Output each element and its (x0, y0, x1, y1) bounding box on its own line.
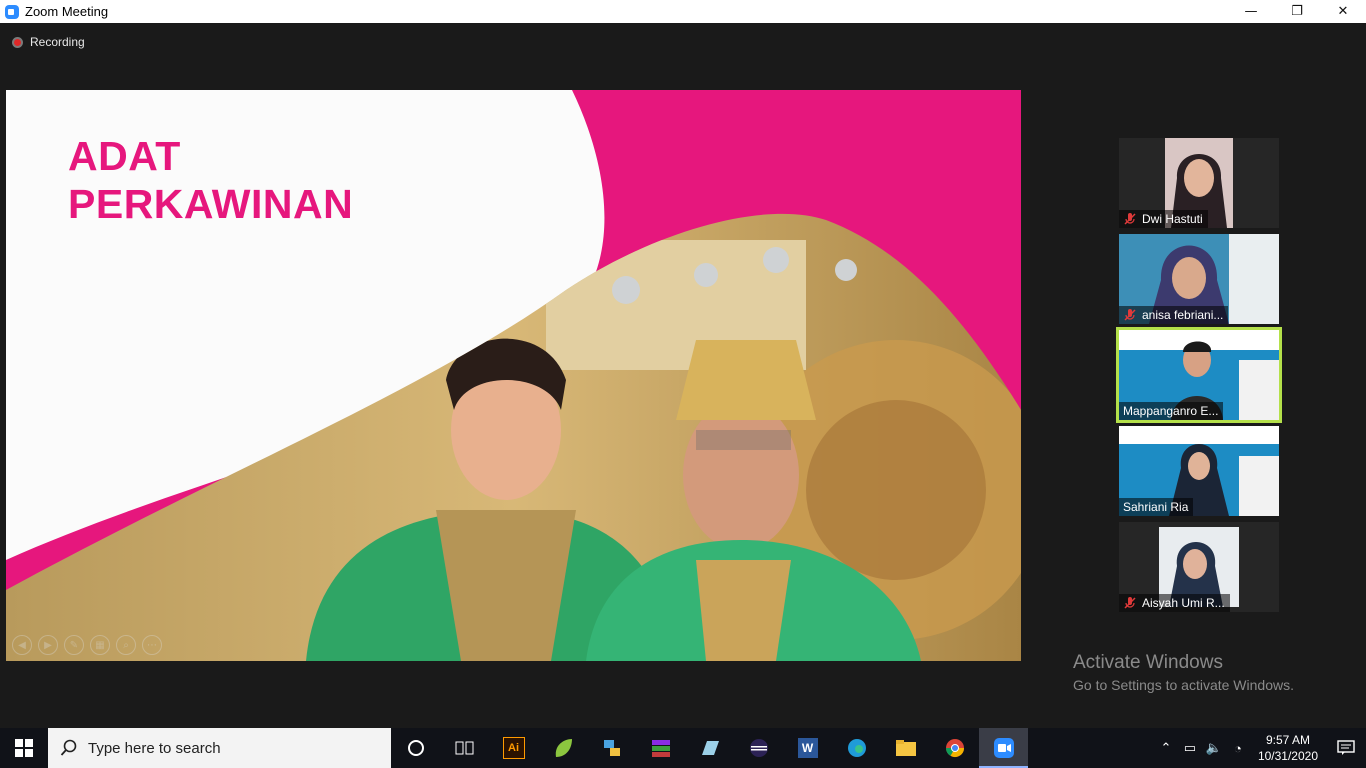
zoom-icon[interactable] (979, 728, 1028, 768)
watermark-subtitle: Go to Settings to activate Windows. (1073, 677, 1294, 693)
muted-mic-icon (1124, 309, 1136, 321)
muted-mic-icon (1124, 597, 1136, 609)
eclipse-icon[interactable] (734, 728, 783, 768)
restore-button[interactable]: ❐ (1274, 0, 1320, 23)
winrar-icon[interactable] (636, 728, 685, 768)
activate-windows-watermark: Activate Windows Go to Settings to activ… (1073, 652, 1294, 693)
participant-tile[interactable]: anisa febriani... (1119, 234, 1279, 324)
chevron-up-icon[interactable]: ⌃ (1154, 728, 1178, 768)
cortana-icon[interactable] (391, 728, 440, 768)
participant-name-bar: anisa febriani... (1119, 306, 1229, 324)
more-options-icon[interactable]: ⋯ (142, 635, 162, 655)
participant-tile-active-speaker[interactable]: Mappanganro E... (1116, 327, 1282, 423)
system-tray: ⌃ ▭ 🔈 ◔ 9:57 AM 10/31/2020 (1154, 728, 1366, 768)
slides-icon[interactable]: ▦ (90, 635, 110, 655)
pen-icon[interactable]: ✎ (64, 635, 84, 655)
slide-title-line1: ADAT (68, 133, 181, 179)
participant-name-bar: Mappanganro E... (1119, 402, 1224, 420)
muted-mic-icon (1124, 213, 1136, 225)
word-icon[interactable]: W (783, 728, 832, 768)
close-button[interactable]: ✕ (1320, 0, 1366, 23)
participant-name-bar: Dwi Hastuti (1119, 210, 1208, 228)
window-controls: — ❐ ✕ (1228, 0, 1366, 23)
battery-icon[interactable]: ▭ (1178, 728, 1202, 768)
file-explorer-icon[interactable] (881, 728, 930, 768)
participant-tile[interactable]: Sahriani Ria (1119, 426, 1279, 516)
app-icon[interactable] (538, 728, 587, 768)
recording-indicator[interactable]: Recording (12, 35, 85, 49)
slide-navigation: ◀ ▶ ✎ ▦ ⌕ ⋯ (12, 635, 162, 655)
clock-date: 10/31/2020 (1257, 749, 1318, 763)
zoom-slide-icon[interactable]: ⌕ (116, 635, 136, 655)
taskbar: Type here to search Ai W ⌃ ▭ 🔈 ◔ 9:57 AM… (0, 728, 1366, 768)
recording-label: Recording (30, 35, 85, 49)
recording-icon (12, 36, 23, 48)
clock-time: 9:57 AM (1265, 733, 1310, 747)
notifications-icon[interactable] (1326, 728, 1366, 768)
participant-name: Sahriani Ria (1123, 500, 1189, 514)
wifi-icon[interactable]: ◔ (1226, 728, 1250, 768)
previous-slide-icon[interactable]: ◀ (12, 635, 32, 655)
search-placeholder: Type here to search (88, 739, 221, 757)
participant-name-bar: Aisyah Umi R... (1119, 594, 1230, 612)
participant-name: anisa febriani... (1142, 308, 1224, 322)
start-button[interactable] (0, 728, 48, 768)
zoom-app-icon (5, 4, 19, 19)
search-icon (60, 739, 77, 756)
window-title: Zoom Meeting (25, 4, 109, 19)
slide-title-line2: PERKAWINAN (68, 181, 354, 228)
network-app-icon[interactable] (587, 728, 636, 768)
volume-icon[interactable]: 🔈 (1202, 728, 1226, 768)
clock[interactable]: 9:57 AM 10/31/2020 (1250, 732, 1326, 764)
participant-name-bar: Sahriani Ria (1119, 498, 1194, 516)
participant-tile[interactable]: Aisyah Umi R... (1119, 522, 1279, 612)
watermark-title: Activate Windows (1073, 652, 1223, 673)
next-slide-icon[interactable]: ▶ (38, 635, 58, 655)
slide-title: ADAT PERKAWINAN (68, 132, 353, 229)
windows-logo-icon (15, 739, 33, 757)
participant-name: Aisyah Umi R... (1142, 596, 1225, 610)
minimize-button[interactable]: — (1228, 0, 1274, 23)
taskbar-search-box[interactable]: Type here to search (48, 728, 391, 768)
participant-name: Mappanganro E... (1123, 404, 1219, 418)
edge-icon[interactable] (832, 728, 881, 768)
task-view-icon[interactable] (440, 728, 489, 768)
shared-screen[interactable]: ADAT PERKAWINAN ◀ ▶ ✎ ▦ ⌕ ⋯ (6, 90, 1021, 661)
participant-name: Dwi Hastuti (1142, 212, 1203, 226)
participant-tile[interactable]: Dwi Hastuti (1119, 138, 1279, 228)
illustrator-icon[interactable]: Ai (489, 728, 538, 768)
notes-icon[interactable] (685, 728, 734, 768)
chrome-icon[interactable] (930, 728, 979, 768)
title-bar: Zoom Meeting — ❐ ✕ (0, 0, 1366, 23)
